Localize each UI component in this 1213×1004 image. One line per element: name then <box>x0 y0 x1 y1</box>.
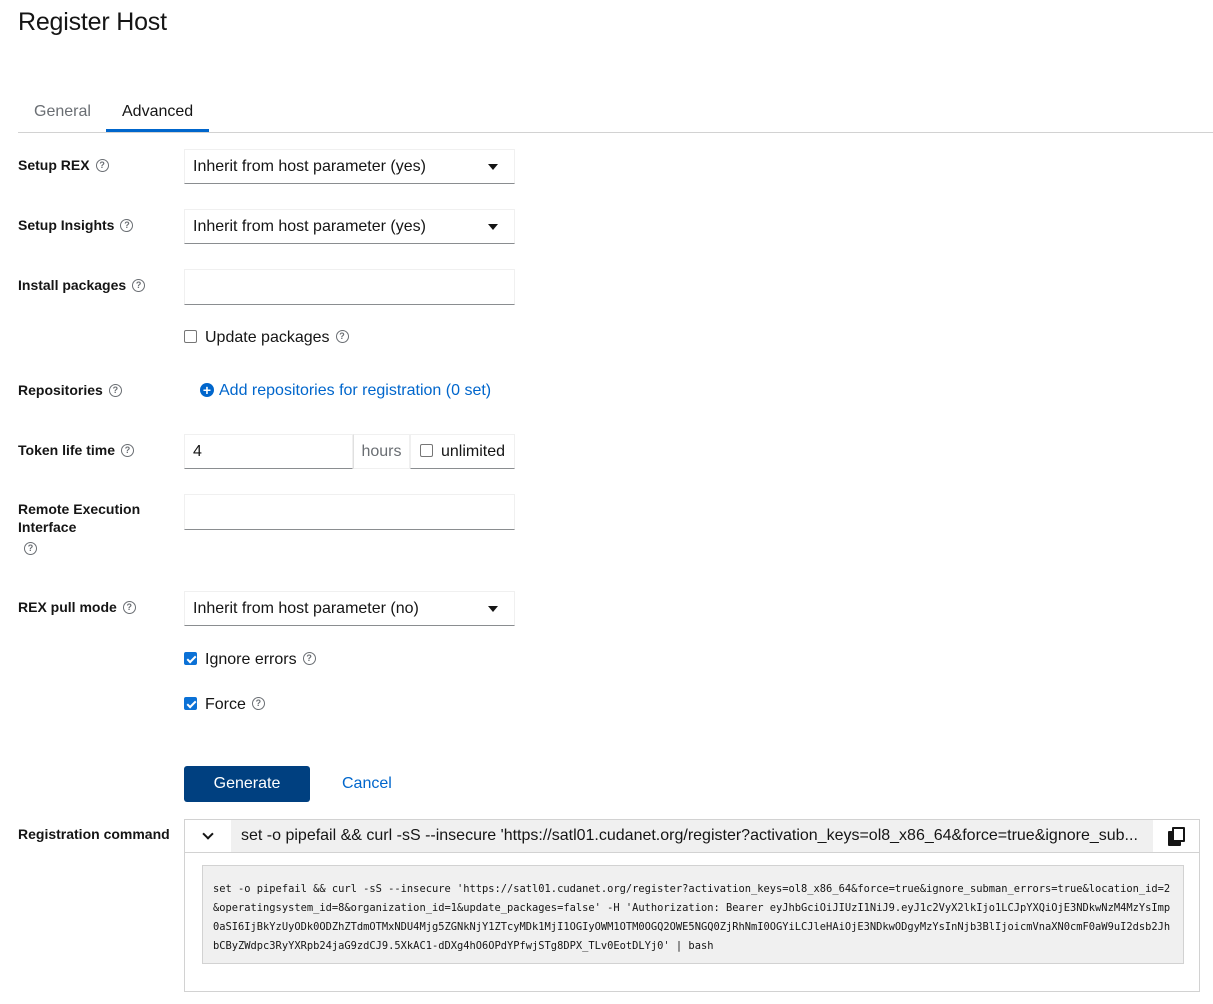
caret-down-icon <box>488 164 498 170</box>
token-life-time-input[interactable]: 4 <box>184 434 353 469</box>
registration-command-field[interactable]: set -o pipefail && curl -sS --insecure '… <box>231 820 1153 852</box>
remote-execution-interface-input[interactable] <box>184 494 515 530</box>
ignore-errors-checkbox[interactable] <box>184 652 197 666</box>
registration-command-expanded: set -o pipefail && curl -sS --insecure '… <box>184 853 1200 992</box>
install-packages-label: Install packages? <box>18 276 146 294</box>
unlimited-checkbox[interactable] <box>420 444 433 458</box>
repositories-label: Repositories? <box>18 381 122 399</box>
copy-button[interactable] <box>1153 820 1199 852</box>
setup-insights-label: Setup Insights? <box>18 216 134 234</box>
setup-rex-select[interactable]: Inherit from host parameter (yes) <box>184 149 515 184</box>
help-icon[interactable]: ? <box>132 278 146 292</box>
ignore-errors-row: Ignore errors? <box>184 650 316 670</box>
tab-general[interactable]: General <box>34 94 91 132</box>
help-icon[interactable]: ? <box>251 697 265 711</box>
rex-pull-mode-label: REX pull mode? <box>18 598 136 616</box>
generate-button[interactable]: Generate <box>184 766 310 802</box>
registration-command-label: Registration command <box>18 826 170 842</box>
expand-toggle[interactable] <box>185 820 231 852</box>
setup-insights-select[interactable]: Inherit from host parameter (yes) <box>184 209 515 244</box>
help-icon[interactable]: ? <box>335 330 349 344</box>
tab-advanced[interactable]: Advanced <box>106 94 210 132</box>
remote-execution-interface-label: Remote Execution Interface ? <box>18 501 141 555</box>
update-packages-checkbox[interactable] <box>184 330 197 344</box>
setup-rex-label: Setup REX? <box>18 156 109 174</box>
cancel-button[interactable]: Cancel <box>328 766 406 802</box>
add-repositories-link[interactable]: + Add repositories for registration (0 se… <box>200 381 491 401</box>
caret-down-icon <box>488 224 498 230</box>
token-life-time-label: Token life time? <box>18 441 134 459</box>
registration-command-bar: set -o pipefail && curl -sS --insecure '… <box>184 819 1200 853</box>
install-packages-input[interactable] <box>184 269 515 305</box>
force-row: Force? <box>184 695 265 715</box>
chevron-down-icon <box>202 828 214 840</box>
help-icon[interactable]: ? <box>120 443 134 457</box>
caret-down-icon <box>488 606 498 612</box>
token-unit: hours <box>353 434 410 469</box>
update-packages-row: Update packages? <box>184 328 349 348</box>
page-title: Register Host <box>18 8 167 36</box>
help-icon[interactable]: ? <box>24 541 37 555</box>
help-icon[interactable]: ? <box>108 383 122 397</box>
tab-bar: General Advanced <box>18 94 1213 133</box>
rex-pull-mode-select[interactable]: Inherit from host parameter (no) <box>184 591 515 626</box>
registration-command-code[interactable]: set -o pipefail && curl -sS --insecure '… <box>202 865 1184 964</box>
force-checkbox[interactable] <box>184 697 197 711</box>
help-icon[interactable]: ? <box>122 600 136 614</box>
help-icon[interactable]: ? <box>95 158 109 172</box>
help-icon[interactable]: ? <box>302 652 316 666</box>
plus-circle-icon: + <box>200 382 214 397</box>
unlimited-toggle: unlimited <box>410 434 515 469</box>
help-icon[interactable]: ? <box>120 218 134 232</box>
